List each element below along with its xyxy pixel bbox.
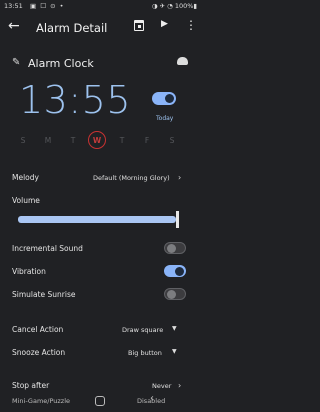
- day-wednesday[interactable]: W: [92, 136, 102, 145]
- cancel-action-value[interactable]: Draw square: [122, 326, 163, 334]
- cancel-action-label: Cancel Action: [12, 325, 64, 334]
- vibration-toggle[interactable]: [164, 265, 186, 277]
- cloud-icon[interactable]: [177, 57, 188, 65]
- weekday-selector: S M T W T F S: [18, 131, 178, 149]
- cancel-action-row[interactable]: Cancel Action Draw square ▼: [12, 325, 188, 337]
- day-saturday[interactable]: S: [167, 136, 177, 145]
- today-label: Today: [156, 115, 174, 122]
- melody-value[interactable]: Default (Morning Glory): [93, 174, 170, 182]
- nav-right-label[interactable]: Disabled: [137, 397, 165, 405]
- more-vert-icon[interactable]: ⋮: [185, 18, 197, 32]
- chevron-right-icon: ›: [178, 381, 182, 390]
- back-arrow-icon[interactable]: ←: [8, 18, 20, 34]
- incremental-sound-row: Incremental Sound: [12, 244, 188, 256]
- alarm-enabled-toggle[interactable]: [152, 92, 176, 105]
- app-bar: ← Alarm Detail ▶ ⋮: [0, 12, 200, 44]
- vibration-label: Vibration: [12, 267, 46, 276]
- alarm-time[interactable]: 13:55: [19, 78, 131, 122]
- snooze-action-label: Snooze Action: [12, 348, 66, 357]
- navigation-bar: Mini-Game/Puzzle ‹ Disabled: [0, 392, 200, 412]
- volume-slider[interactable]: [18, 211, 179, 228]
- stop-after-value[interactable]: Never: [152, 382, 171, 390]
- status-notification-icons: ▣ ☐ ⊙ •: [30, 2, 65, 10]
- pencil-icon: ✎: [12, 57, 21, 68]
- volume-track: [18, 216, 176, 223]
- incremental-sound-label: Incremental Sound: [12, 244, 83, 253]
- alarm-label[interactable]: Alarm Clock: [28, 57, 94, 70]
- vibration-row: Vibration: [12, 267, 188, 279]
- toggle-knob: [167, 290, 176, 299]
- simulate-sunrise-toggle[interactable]: [164, 288, 186, 300]
- day-sunday[interactable]: S: [18, 136, 28, 145]
- simulate-sunrise-row: Simulate Sunrise: [12, 290, 188, 302]
- melody-label: Melody: [12, 173, 39, 182]
- toggle-knob: [165, 94, 174, 103]
- snooze-action-row[interactable]: Snooze Action Big button ▼: [12, 348, 188, 360]
- day-thursday[interactable]: T: [117, 136, 127, 145]
- toggle-knob: [175, 266, 184, 276]
- incremental-sound-toggle[interactable]: [164, 242, 186, 254]
- volume-label: Volume: [12, 196, 40, 205]
- day-tuesday[interactable]: T: [68, 136, 78, 145]
- chevron-right-icon: ›: [178, 173, 182, 182]
- play-icon[interactable]: ▶: [161, 19, 168, 29]
- home-icon[interactable]: [95, 396, 105, 406]
- status-system-icons: ◑ ✈ ◔ 100%▮: [151, 2, 197, 10]
- day-monday[interactable]: M: [43, 136, 53, 145]
- page-title: Alarm Detail: [36, 21, 108, 35]
- dropdown-arrow-icon: ▼: [172, 348, 177, 355]
- calendar-icon[interactable]: [134, 20, 144, 31]
- toggle-knob: [167, 244, 176, 253]
- day-friday[interactable]: F: [142, 136, 152, 145]
- nav-left-label[interactable]: Mini-Game/Puzzle: [12, 397, 70, 405]
- snooze-action-value[interactable]: Big button: [128, 349, 162, 357]
- dropdown-arrow-icon: ▼: [172, 325, 177, 332]
- alarm-label-row[interactable]: ✎ Alarm Clock: [12, 57, 192, 71]
- volume-thumb[interactable]: [176, 211, 179, 228]
- melody-row[interactable]: Melody Default (Morning Glory) ›: [12, 173, 188, 185]
- stop-after-label: Stop after: [12, 381, 50, 390]
- status-time: 13:51: [4, 2, 23, 10]
- volume-row: Volume: [12, 196, 188, 208]
- simulate-sunrise-label: Simulate Sunrise: [12, 290, 76, 299]
- status-bar: 13:51 ▣ ☐ ⊙ • ◑ ✈ ◔ 100%▮: [0, 0, 200, 12]
